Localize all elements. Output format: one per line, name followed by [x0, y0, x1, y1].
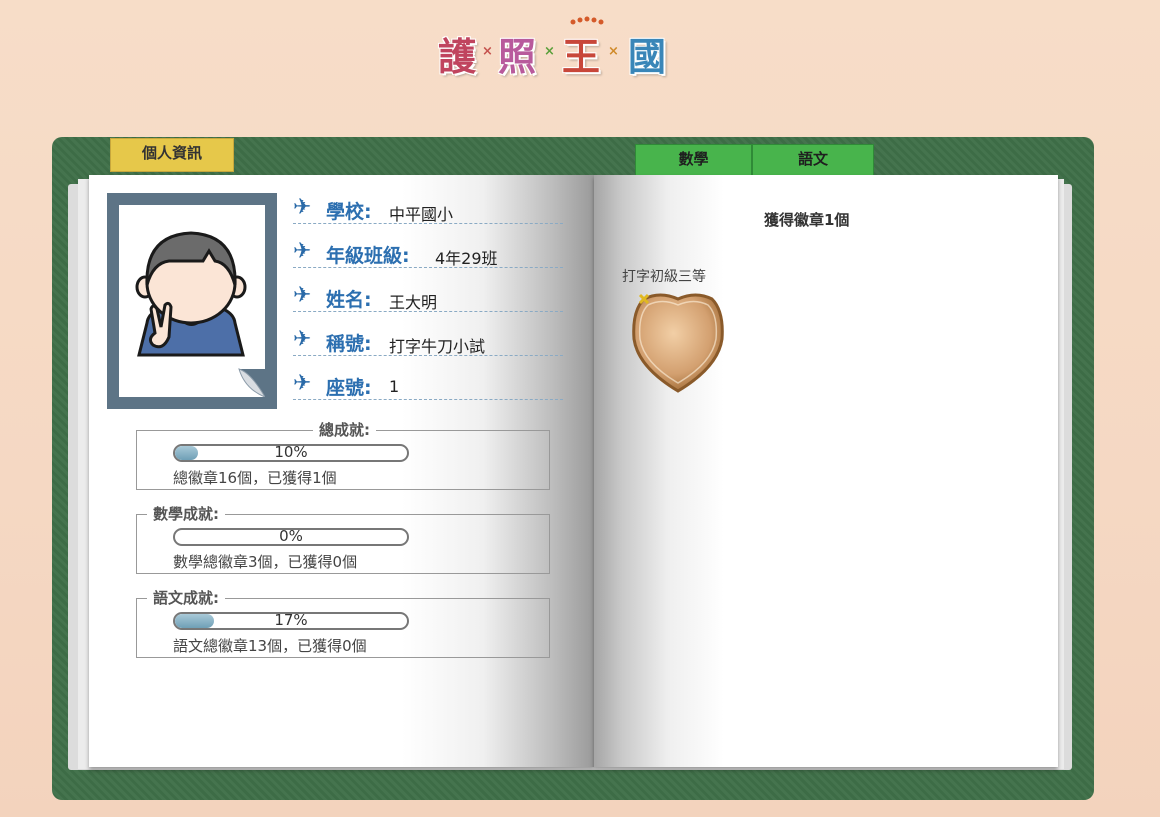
- achievement-note: 總徽章16個，已獲得1個: [173, 469, 337, 487]
- info-label: 年級班級:: [326, 245, 410, 267]
- plane-arrow-icon: ✈: [293, 327, 312, 352]
- logo-char-3: 王: [562, 34, 601, 79]
- right-page: [594, 175, 1058, 767]
- language-achievement-box: 語文成就: 17% 語文總徽章13個，已獲得0個: [136, 587, 550, 658]
- avatar-frame: [107, 193, 277, 409]
- info-label: 學校:: [326, 201, 372, 223]
- logo-char-4: 國: [628, 34, 667, 79]
- info-value: 打字牛刀小試: [389, 337, 486, 356]
- crown-icon: [570, 16, 604, 25]
- logo-ornament-icon: ×: [544, 44, 555, 59]
- badge-count: 獲得徽章1個: [764, 211, 850, 229]
- plane-arrow-icon: ✈: [293, 371, 312, 396]
- tab-personal-info[interactable]: 個人資訊: [110, 138, 234, 172]
- tab-math[interactable]: 數學: [635, 144, 752, 178]
- plane-arrow-icon: ✈: [293, 239, 312, 264]
- achievement-title: 數學成就:: [147, 503, 225, 524]
- total-achievement-box: 總成就: 10% 總徽章16個，已獲得1個: [136, 419, 550, 490]
- shield-badge-icon[interactable]: [626, 287, 730, 395]
- logo-ornament-icon: ×: [482, 44, 493, 59]
- info-row-school: ✈ 學校: 中平國小: [293, 193, 563, 224]
- math-achievement-box: 數學成就: 0% 數學總徽章3個，已獲得0個: [136, 503, 550, 574]
- info-value: 1: [389, 377, 400, 396]
- achievement-title: 語文成就:: [147, 587, 225, 608]
- achievement-note: 語文總徽章13個，已獲得0個: [173, 637, 367, 655]
- plane-arrow-icon: ✈: [293, 283, 312, 308]
- avatar-icon: [135, 231, 265, 397]
- info-value: 中平國小: [389, 205, 454, 224]
- info-row-seat-number: ✈ 座號: 1: [293, 369, 563, 400]
- progress-percent: 10%: [274, 443, 308, 461]
- info-label: 姓名:: [326, 289, 372, 311]
- info-value: 4年29班: [435, 249, 498, 268]
- app-logo: 護 × 照 × 王 × 國: [438, 14, 708, 79]
- info-value: 王大明: [389, 293, 438, 312]
- info-row-title: ✈ 稱號: 打字牛刀小試: [293, 325, 563, 356]
- achievement-note: 數學總徽章3個，已獲得0個: [173, 553, 358, 571]
- achievement-title: 總成就:: [313, 419, 376, 440]
- progress-percent: 0%: [279, 527, 303, 545]
- badge-name: 打字初級三等: [622, 269, 706, 285]
- plane-arrow-icon: ✈: [293, 195, 312, 220]
- logo-char-2: 照: [498, 34, 537, 79]
- info-row-grade-class: ✈ 年級班級: 4年29班: [293, 237, 563, 268]
- info-label: 座號:: [326, 377, 372, 399]
- logo-char-1: 護: [438, 34, 477, 79]
- progress-percent: 17%: [274, 611, 308, 629]
- logo-ornament-icon: ×: [608, 44, 619, 59]
- info-label: 稱號:: [326, 333, 372, 355]
- info-row-name: ✈ 姓名: 王大明: [293, 281, 563, 312]
- tab-language[interactable]: 語文: [752, 144, 874, 178]
- avatar: [119, 205, 265, 397]
